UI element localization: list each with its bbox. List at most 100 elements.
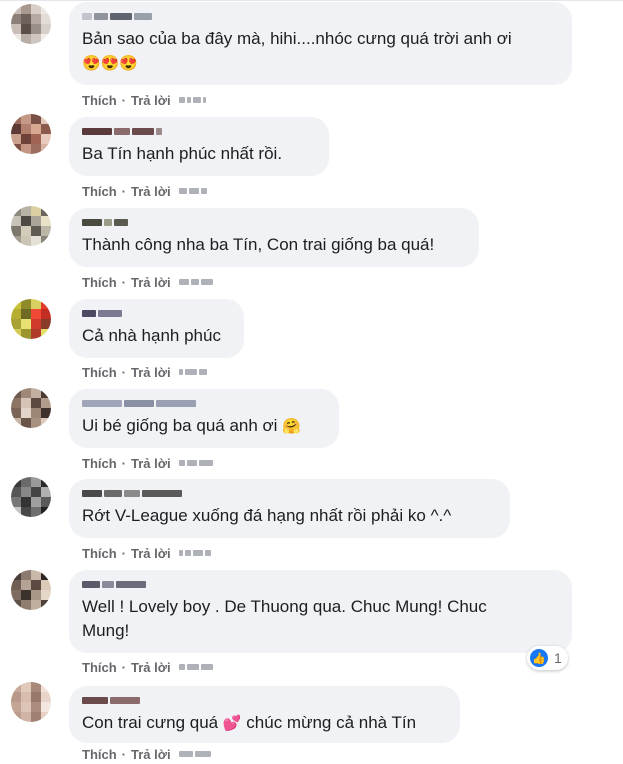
avatar-pixel — [31, 319, 41, 329]
avatar-pixel — [41, 216, 51, 226]
avatar-pixel — [11, 570, 21, 580]
separator: · — [121, 364, 127, 380]
avatar-pixel — [21, 144, 31, 154]
timestamp-blurred[interactable] — [178, 751, 211, 757]
avatar-pixel — [21, 24, 31, 34]
comment-text: Thành công nha ba Tín, Con trai giống ba… — [82, 235, 435, 254]
avatar-pixel — [21, 206, 31, 216]
avatar-pixel — [11, 226, 21, 236]
separator: · — [121, 455, 127, 471]
comment-bubble: Cả nhà hạnh phúc — [69, 299, 244, 358]
author-name-blurred[interactable] — [82, 577, 559, 591]
avatar-pixel — [41, 24, 51, 34]
reply-button[interactable]: Trả lời — [131, 365, 171, 380]
reply-button[interactable]: Trả lời — [131, 747, 171, 762]
avatar-pixel — [21, 34, 31, 44]
comment-text: Well ! Lovely boy . De Thuong qua. Chuc … — [82, 597, 487, 640]
avatar-pixel — [11, 124, 21, 134]
avatar-pixel — [21, 398, 31, 408]
author-name-blurred[interactable] — [82, 693, 447, 707]
author-name-blurred[interactable] — [82, 9, 559, 23]
author-name-blurred[interactable] — [82, 215, 466, 229]
avatar[interactable] — [11, 299, 51, 339]
avatar-pixel — [11, 487, 21, 497]
comment-bubble: Con trai cưng quá 💕 chúc mừng cả nhà Tín — [69, 686, 460, 743]
avatar[interactable] — [11, 206, 51, 246]
author-name-blurred[interactable] — [82, 486, 497, 500]
reply-button[interactable]: Trả lời — [131, 456, 171, 471]
avatar-pixel — [31, 226, 41, 236]
like-button[interactable]: Thích — [82, 747, 117, 762]
avatar-pixel — [41, 299, 51, 309]
like-button[interactable]: Thích — [82, 660, 117, 675]
avatar-pixel — [21, 388, 31, 398]
avatar[interactable] — [11, 114, 51, 154]
timestamp-blurred[interactable] — [178, 550, 211, 556]
avatar-pixel — [41, 712, 51, 722]
comment-actions: Thích · Trả lời — [82, 183, 207, 199]
like-button[interactable]: Thích — [82, 93, 117, 108]
avatar-pixel — [21, 299, 31, 309]
avatar-pixel — [11, 702, 21, 712]
avatar[interactable] — [11, 477, 51, 517]
avatar[interactable] — [11, 682, 51, 722]
avatar-pixel — [21, 114, 31, 124]
avatar-pixel — [11, 580, 21, 590]
avatar[interactable] — [11, 570, 51, 610]
comment-text: Ui bé giống ba quá anh ơi 🤗 — [82, 416, 301, 435]
timestamp-blurred[interactable] — [178, 97, 206, 103]
avatar[interactable] — [11, 388, 51, 428]
avatar-pixel — [31, 236, 41, 246]
author-name-blurred[interactable] — [82, 306, 231, 320]
comment-text: Con trai cưng quá 💕 chúc mừng cả nhà Tín — [82, 713, 417, 732]
avatar-pixel — [41, 134, 51, 144]
avatar-pixel — [21, 507, 31, 517]
avatar-pixel — [31, 124, 41, 134]
reply-button[interactable]: Trả lời — [131, 93, 171, 108]
avatar-pixel — [31, 134, 41, 144]
avatar-pixel — [41, 144, 51, 154]
avatar-pixel — [41, 590, 51, 600]
comment-text: Cả nhà hạnh phúc — [82, 326, 221, 345]
avatar-pixel — [11, 398, 21, 408]
timestamp-blurred[interactable] — [178, 188, 207, 194]
avatar-pixel — [31, 206, 41, 216]
avatar-pixel — [41, 600, 51, 610]
avatar-pixel — [21, 570, 31, 580]
reply-button[interactable]: Trả lời — [131, 275, 171, 290]
avatar-pixel — [31, 682, 41, 692]
author-name-blurred[interactable] — [82, 396, 326, 410]
avatar-pixel — [41, 34, 51, 44]
comment-bubble: Thành công nha ba Tín, Con trai giống ba… — [69, 208, 479, 267]
separator: · — [121, 274, 127, 290]
avatar-pixel — [31, 216, 41, 226]
timestamp-blurred[interactable] — [178, 664, 213, 670]
author-name-blurred[interactable] — [82, 124, 316, 138]
avatar-pixel — [31, 580, 41, 590]
reply-button[interactable]: Trả lời — [131, 184, 171, 199]
avatar-pixel — [21, 226, 31, 236]
avatar-pixel — [11, 144, 21, 154]
avatar-pixel — [11, 682, 21, 692]
timestamp-blurred[interactable] — [178, 369, 207, 375]
like-button[interactable]: Thích — [82, 546, 117, 561]
timestamp-blurred[interactable] — [178, 279, 213, 285]
like-button[interactable]: Thích — [82, 275, 117, 290]
avatar-pixel — [41, 319, 51, 329]
avatar-pixel — [41, 114, 51, 124]
avatar-pixel — [11, 206, 21, 216]
reply-button[interactable]: Trả lời — [131, 546, 171, 561]
avatar-pixel — [11, 507, 21, 517]
like-button[interactable]: Thích — [82, 184, 117, 199]
avatar-pixel — [41, 329, 51, 339]
like-button[interactable]: Thích — [82, 456, 117, 471]
reply-button[interactable]: Trả lời — [131, 660, 171, 675]
timestamp-blurred[interactable] — [178, 460, 213, 466]
reaction-summary[interactable]: 👍 1 — [527, 646, 568, 670]
avatar-pixel — [41, 692, 51, 702]
like-button[interactable]: Thích — [82, 365, 117, 380]
heart-eyes-emoji-icon: 😍😍😍 — [82, 55, 139, 72]
comment-actions: Thích · Trả lời — [82, 364, 207, 380]
avatar[interactable] — [11, 4, 51, 44]
avatar-pixel — [11, 712, 21, 722]
